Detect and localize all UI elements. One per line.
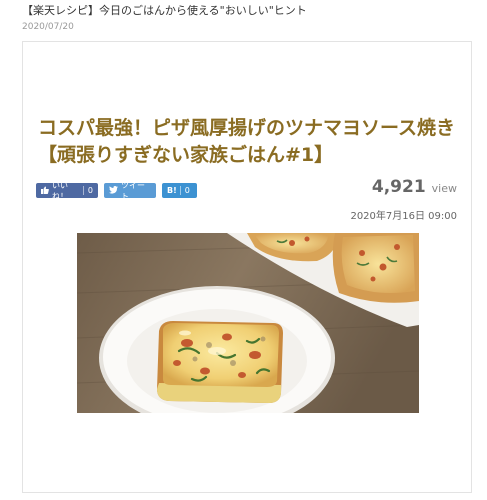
share-buttons: いいね！ 0 ツイート B! 0 xyxy=(36,181,197,201)
hatena-bookmark-label: B! xyxy=(167,186,177,195)
article-card: コスパ最強！ピザ風厚揚げのツナマヨソース焼き 【頑張りすぎない家族ごはん#1】 … xyxy=(22,41,472,493)
recipe-photo xyxy=(77,233,419,413)
blog-date: 2020/07/20 xyxy=(22,22,74,32)
article-title-line1: コスパ最強！ピザ風厚揚げのツナマヨソース焼き xyxy=(38,117,456,139)
blog-title[interactable]: 【楽天レシピ】今日のごはんから使える"おいしい"ヒント xyxy=(22,4,472,18)
facebook-like-label: いいね！ xyxy=(52,180,68,201)
bird-icon xyxy=(109,185,118,196)
tweet-label: ツイート xyxy=(121,180,145,201)
blog-header: 【楽天レシピ】今日のごはんから使える"おいしい"ヒント 2020/07/20 xyxy=(22,4,472,33)
tweet-button[interactable]: ツイート xyxy=(104,181,156,201)
published-date: 2020年7月16日 09:00 xyxy=(350,211,457,222)
view-counter: 4,921 view xyxy=(372,177,457,197)
view-label: view xyxy=(431,182,457,195)
article-title: コスパ最強！ピザ風厚揚げのツナマヨソース焼き 【頑張りすぎない家族ごはん#1】 xyxy=(38,115,468,169)
article-title-line2: 【頑張りすぎない家族ごはん#1】 xyxy=(38,144,334,166)
hatena-bookmark-button[interactable]: B! 0 xyxy=(162,183,197,198)
view-count: 4,921 xyxy=(371,177,426,197)
hatena-bookmark-count: 0 xyxy=(179,186,190,195)
thumbs-up-icon xyxy=(41,186,49,196)
facebook-like-count: 0 xyxy=(82,186,93,195)
facebook-like-button[interactable]: いいね！ 0 xyxy=(36,181,98,201)
